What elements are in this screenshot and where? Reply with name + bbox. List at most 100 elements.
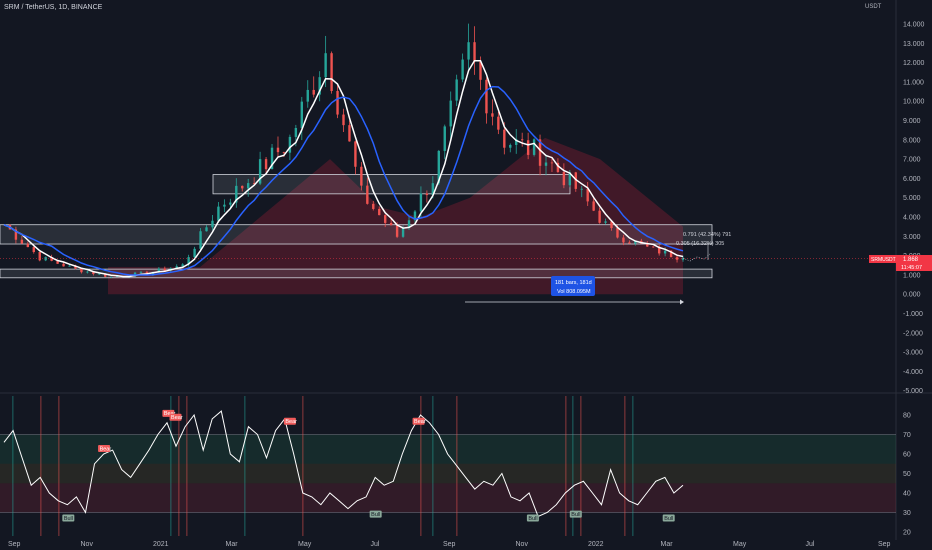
price-tick-label: 0.000 [903,292,921,299]
price-tick-label: 3.000 [903,234,921,241]
candle-body [467,42,470,60]
last-price-value: 1.868 [903,257,919,263]
signal-text: Bull [528,516,537,522]
candle-body [395,225,399,237]
zone-box [212,174,571,195]
price-tick-label: -1.000 [903,311,923,318]
signal-stripe [632,396,634,536]
candle-body [485,79,488,114]
price-tick-label: 11.000 [903,79,924,86]
candle-body [383,215,387,223]
candle-body [300,101,304,128]
oscillator-tick-label: 70 [903,432,911,439]
signal-stripe [12,396,14,536]
candle-body [491,113,494,117]
bear-signal: Bear [98,445,111,452]
candle-body [324,53,327,78]
middle-band [0,463,896,484]
candle-body [520,139,524,141]
price-tick-label: 7.000 [903,157,921,164]
signal-stripe [186,396,188,536]
time-tick-label: May [733,541,747,548]
candle-body [247,183,250,189]
price-tick-label: -4.000 [903,369,923,376]
bull-signal: Bull [569,510,582,518]
currency-label: USDT [865,4,882,10]
oscillator-tick-label: 20 [903,530,911,537]
bull-signal: Bull [369,510,382,518]
candle-body [312,89,315,95]
upper-band [0,434,896,464]
candle-body [455,79,458,101]
last-price-tag: SRMUSDT 1.868 11:45:07 [869,255,932,271]
candle-body [205,227,208,232]
candle-body [598,210,601,223]
candle-body [306,89,309,102]
price-tick-label: 5.000 [903,195,921,202]
oscillator-tick-label: 80 [903,413,911,420]
range-info-box: 181 bars, 181d Vol 808.095M [551,276,595,296]
measure-label-bottom: 0.305 (16.32%) 305 [676,241,724,247]
bull-signal: Bull [662,514,675,522]
time-tick-label: Sep [878,541,891,548]
candle-body [20,239,24,244]
candle-body [509,144,512,148]
range-arrow-head [680,299,684,305]
signal-text: Bull [64,516,73,522]
signal-text: Bull [664,516,673,522]
bull-signal: Bull [62,514,75,522]
candle-body [378,208,381,216]
candle-body [229,202,232,205]
time-tick-label: 2021 [153,541,169,548]
candle-body [163,268,167,271]
time-tick-label: Mar [661,541,674,548]
candle-body [449,100,452,127]
price-tick-label: 6.000 [903,176,921,183]
candle-body [473,42,476,62]
candle-body [562,171,566,186]
trading-chart[interactable]: SRM / TetherUS, 1D, BINANCE 14.000 13.000… [0,0,932,550]
countdown-value: 11:45:07 [901,265,922,271]
candle-body [628,242,631,244]
time-axis[interactable]: Sep Nov 2021 Mar May Jul Sep Nov 2022 Mar May Jul Se… [8,541,891,548]
time-tick-label: Jul [806,541,815,548]
price-tick-label: 8.000 [903,137,921,144]
price-axis[interactable]: 14.000 13.000 12.000 11.000 10.000 9.000 8.000… [903,22,925,396]
candle-body [26,243,30,248]
candle-body [241,185,244,189]
price-tick-label: 12.000 [903,60,925,67]
oscillator-tick-label: 30 [903,510,911,517]
signal-stripe [302,396,304,536]
bear-signal: Bear [283,417,297,425]
candle-body [294,127,298,137]
time-tick-label: Jul [371,541,380,548]
candle-body [211,220,214,228]
candle-body [586,188,589,202]
symbol-tag-text: SRMUSDT [871,257,896,263]
range-bars-text: 181 bars, 181d [555,280,592,286]
measure-label-top: 0.791 (42.34%) 791 [683,232,731,238]
candle-body [86,271,89,273]
candle-body [139,271,143,273]
signal-text: Bear [171,415,183,421]
symbol-header: SRM / TetherUS, 1D, BINANCE [4,4,103,11]
candle-body [32,247,35,253]
bull-signal: Bull [526,514,539,522]
oscillator-axis[interactable]: 80 70 60 50 40 30 20 [903,413,911,537]
candle-body [675,257,679,260]
candle-body [544,162,548,166]
price-tick-label: -5.000 [903,388,923,395]
signal-text: Bear [285,419,297,425]
signal-stripe [40,396,42,536]
candle-body [348,125,351,142]
candle-body [62,263,65,267]
candle-body [443,126,446,151]
lower-band [0,483,896,513]
candle-body [419,193,423,212]
candle-body [580,188,583,190]
candle-body [503,129,506,148]
candle-body [663,250,667,254]
candle-body [497,116,500,130]
candle-body [526,140,530,155]
range-vol-text: Vol 808.095M [557,289,591,295]
